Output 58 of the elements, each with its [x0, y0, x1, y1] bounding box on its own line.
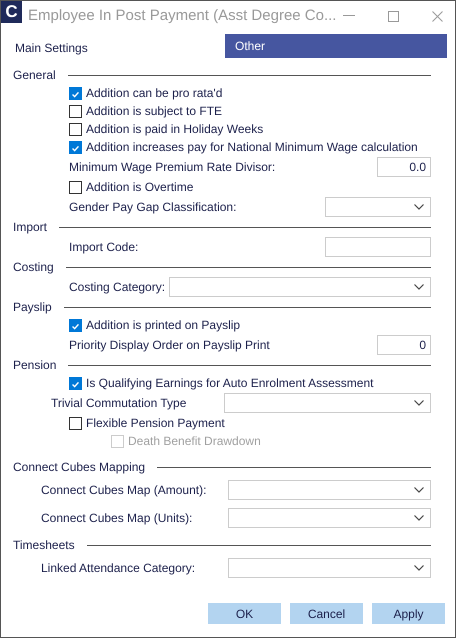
input-field[interactable]: [325, 237, 431, 257]
chevron-down-icon: [414, 515, 424, 521]
field-label: Connect Cubes Map (Amount):: [41, 483, 208, 497]
checkbox-label: Addition can be pro rata'd: [86, 86, 222, 100]
section-heading: Import: [13, 220, 48, 234]
section-heading: Timesheets: [13, 538, 75, 552]
chevron-down-icon: [414, 400, 424, 406]
checkbox-label: Addition is Overtime: [86, 180, 194, 194]
field-label: Trivial Commutation Type: [51, 396, 188, 410]
field-label: Gender Pay Gap Classification:: [69, 200, 236, 214]
section-heading: Pension: [13, 358, 56, 372]
input-field[interactable]: 0: [377, 335, 431, 355]
dropdown[interactable]: [169, 277, 431, 297]
section-heading: Payslip: [13, 300, 52, 314]
checkbox[interactable]: [69, 104, 82, 118]
checkbox[interactable]: [69, 376, 82, 390]
checkbox-label: Death Benefit Drawdown: [128, 434, 261, 448]
section-heading: Connect Cubes Mapping: [13, 460, 146, 474]
maximize-icon[interactable]: [388, 10, 399, 22]
dropdown[interactable]: [228, 558, 431, 578]
field-label: Connect Cubes Map (Units):: [41, 511, 194, 525]
tab[interactable]: Other: [225, 34, 447, 58]
tab[interactable]: Main Settings: [9, 37, 225, 58]
dropdown[interactable]: [224, 393, 431, 413]
checkbox[interactable]: [69, 180, 82, 194]
section-heading: Costing: [13, 260, 54, 274]
chevron-down-icon: [414, 565, 424, 571]
field-label: Priority Display Order on Payslip Print: [69, 338, 270, 352]
chevron-down-icon: [414, 204, 424, 210]
dropdown[interactable]: [325, 197, 431, 217]
checkbox-label: Addition is subject to FTE: [86, 104, 222, 118]
window-title: Employee In Post Payment (Asst Degree Co...: [28, 6, 338, 24]
field-label: Costing Category:: [69, 280, 166, 294]
dialog-button[interactable]: Cancel: [290, 603, 363, 624]
dialog-button[interactable]: Apply: [372, 603, 445, 624]
checkbox[interactable]: [69, 318, 82, 332]
checkbox[interactable]: [69, 122, 82, 136]
field-label: Linked Attendance Category:: [41, 561, 196, 575]
minimize-icon[interactable]: [343, 15, 355, 17]
checkbox-label: Is Qualifying Earnings for Auto Enrolment Assessment: [86, 376, 374, 390]
checkbox-label: Addition is paid in Holiday Weeks: [86, 122, 264, 136]
checkbox-label: Addition increases pay for National Minimum Wage calculation: [86, 140, 418, 154]
chevron-down-icon: [414, 284, 424, 290]
input-field[interactable]: 0.0: [377, 157, 431, 177]
checkbox-label: Addition is printed on Payslip: [86, 318, 240, 332]
dropdown[interactable]: [228, 508, 431, 528]
checkbox[interactable]: [69, 140, 82, 154]
field-label: Minimum Wage Premium Rate Divisor:: [69, 160, 276, 174]
chevron-down-icon: [414, 487, 424, 493]
section-heading: General: [13, 68, 56, 82]
checkbox[interactable]: [69, 86, 82, 100]
dialog-button[interactable]: OK: [208, 603, 281, 624]
app-logo: C: [1, 1, 22, 23]
checkbox-label: Flexible Pension Payment: [86, 416, 225, 430]
checkbox[interactable]: [69, 416, 82, 430]
dropdown[interactable]: [228, 480, 431, 500]
close-icon[interactable]: [432, 10, 443, 22]
field-label: Import Code:: [69, 240, 138, 254]
